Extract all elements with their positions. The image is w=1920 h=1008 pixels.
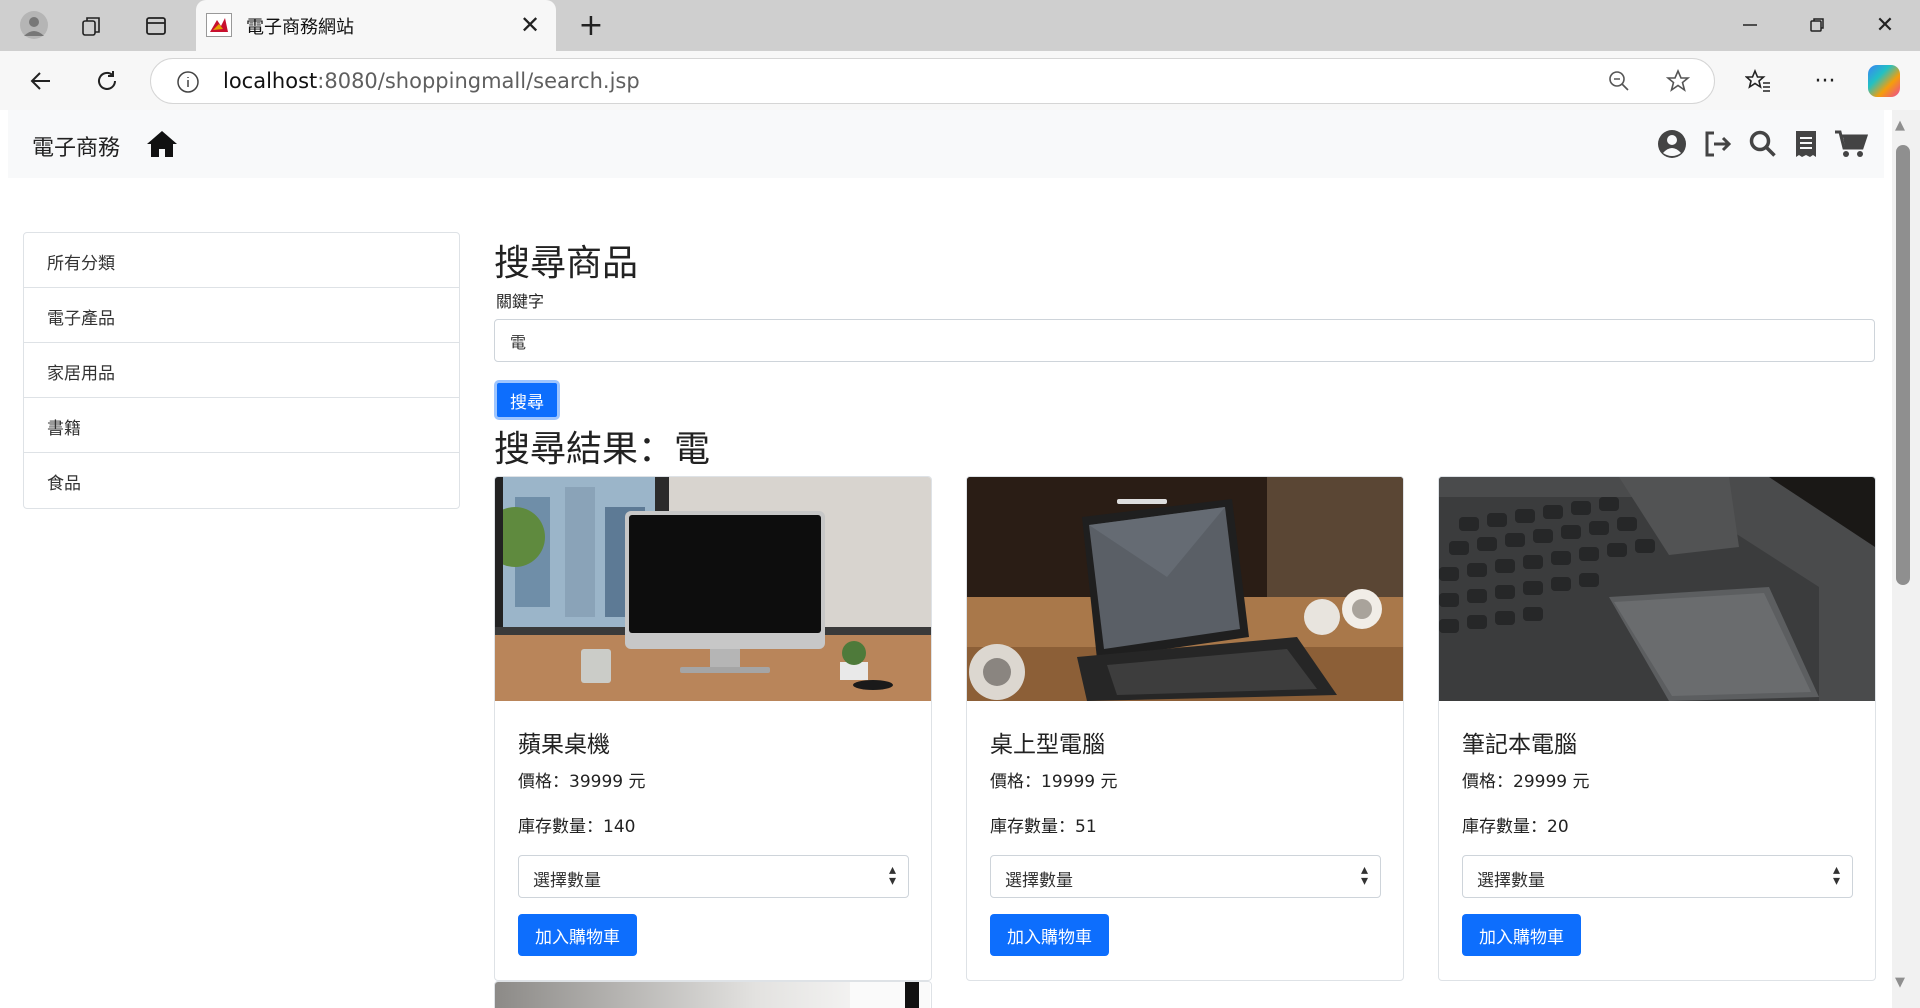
site-navbar: 電子商務 (8, 110, 1884, 178)
sidebar-item-electronics[interactable]: 電子產品 (24, 288, 459, 343)
workspaces-icon[interactable] (78, 12, 106, 40)
add-to-cart-button[interactable]: 加入購物車 (1462, 914, 1581, 956)
product-price: 價格：39999 元 (518, 772, 646, 792)
scrollbar-thumb[interactable] (1896, 145, 1910, 585)
url-host: localhost (223, 69, 318, 93)
quantity-select-label: 選擇數量 (1477, 871, 1545, 891)
new-tab-icon[interactable]: + (576, 8, 606, 43)
page-title: 搜尋商品 (494, 243, 639, 284)
product-card-partial (494, 981, 932, 1008)
vertical-tabs-icon[interactable] (142, 12, 170, 40)
url-path: :8080/shoppingmall/search.jsp (317, 69, 640, 93)
add-to-cart-button[interactable]: 加入購物車 (518, 914, 637, 956)
receipt-icon[interactable] (1793, 129, 1825, 161)
copilot-icon[interactable] (1868, 65, 1900, 97)
back-arrow-icon[interactable] (26, 66, 56, 96)
product-stock: 庫存數量：51 (990, 817, 1097, 837)
user-circle-icon[interactable] (1657, 129, 1689, 161)
keyword-label: 關鍵字 (496, 292, 545, 311)
tab-favicon-icon (206, 13, 232, 37)
product-name: 桌上型電腦 (990, 732, 1105, 758)
search-button[interactable]: 搜尋 (494, 380, 560, 420)
home-icon[interactable] (146, 129, 180, 159)
product-image-partial[interactable] (495, 982, 931, 1008)
url-text[interactable]: localhost:8080/shoppingmall/search.jsp (223, 69, 640, 93)
sidebar-item-books[interactable]: 書籍 (24, 398, 459, 453)
product-name: 蘋果桌機 (518, 732, 610, 758)
product-card: 筆記本電腦 價格：29999 元 庫存數量：20 選擇數量 ▴ ▾ 加入購物車 (1438, 476, 1876, 981)
select-arrows-icon: ▴ ▾ (1360, 862, 1368, 889)
product-stock: 庫存數量：140 (518, 817, 636, 837)
favorites-list-icon[interactable] (1744, 67, 1772, 95)
navbar-brand[interactable]: 電子商務 (32, 130, 120, 162)
quantity-select-label: 選擇數量 (533, 871, 601, 891)
category-sidebar: 所有分類 電子產品 家居用品 書籍 食品 (23, 232, 460, 509)
keyword-input[interactable] (494, 319, 1875, 362)
tab-close-icon[interactable]: ✕ (520, 11, 540, 39)
sidebar-item-food[interactable]: 食品 (24, 453, 459, 508)
close-window-icon[interactable]: ✕ (1870, 10, 1900, 40)
refresh-icon[interactable] (92, 66, 122, 96)
quantity-select[interactable]: 選擇數量 ▴ ▾ (518, 855, 909, 898)
product-card: 桌上型電腦 價格：19999 元 庫存數量：51 選擇數量 ▴ ▾ 加入購物車 (966, 476, 1404, 981)
restore-icon[interactable] (1802, 10, 1832, 40)
scroll-up-arrow-icon[interactable]: ▲ (1895, 118, 1905, 133)
product-stock: 庫存數量：20 (1462, 817, 1569, 837)
select-arrows-icon: ▴ ▾ (888, 862, 896, 889)
tab-title: 電子商務網站 (246, 17, 354, 38)
search-icon[interactable] (1748, 129, 1780, 161)
page-viewport: 電子商務 所有分類 電子產品 家居用品 書籍 食品 搜尋商品 關鍵字 搜尋 搜尋… (0, 110, 1892, 1008)
sign-out-icon[interactable] (1702, 129, 1734, 161)
search-results-title: 搜尋結果：電 (494, 429, 711, 470)
product-price: 價格：29999 元 (1462, 772, 1590, 792)
sidebar-item-home-goods[interactable]: 家居用品 (24, 343, 459, 398)
sidebar-item-all[interactable]: 所有分類 (24, 233, 459, 288)
select-arrows-icon: ▴ ▾ (1832, 862, 1840, 889)
quantity-select-label: 選擇數量 (1005, 871, 1073, 891)
minimize-icon[interactable] (1735, 10, 1765, 40)
quantity-select[interactable]: 選擇數量 ▴ ▾ (990, 855, 1381, 898)
product-image-desktop[interactable] (967, 477, 1403, 701)
profile-avatar-icon[interactable] (18, 9, 50, 41)
product-image-laptop[interactable] (1439, 477, 1875, 701)
product-card: 蘋果桌機 價格：39999 元 庫存數量：140 選擇數量 ▴ ▾ 加入購物車 (494, 476, 932, 981)
product-name: 筆記本電腦 (1462, 732, 1577, 758)
product-image-imac[interactable] (495, 477, 931, 701)
site-info-icon[interactable] (174, 68, 202, 96)
shopping-cart-icon[interactable] (1834, 129, 1869, 161)
add-to-cart-button[interactable]: 加入購物車 (990, 914, 1109, 956)
quantity-select[interactable]: 選擇數量 ▴ ▾ (1462, 855, 1853, 898)
more-menu-icon[interactable]: ··· (1810, 66, 1840, 96)
product-price: 價格：19999 元 (990, 772, 1118, 792)
favorite-star-icon[interactable] (1664, 67, 1692, 95)
scroll-down-arrow-icon[interactable]: ▼ (1895, 975, 1905, 990)
zoom-out-icon[interactable] (1605, 67, 1633, 95)
